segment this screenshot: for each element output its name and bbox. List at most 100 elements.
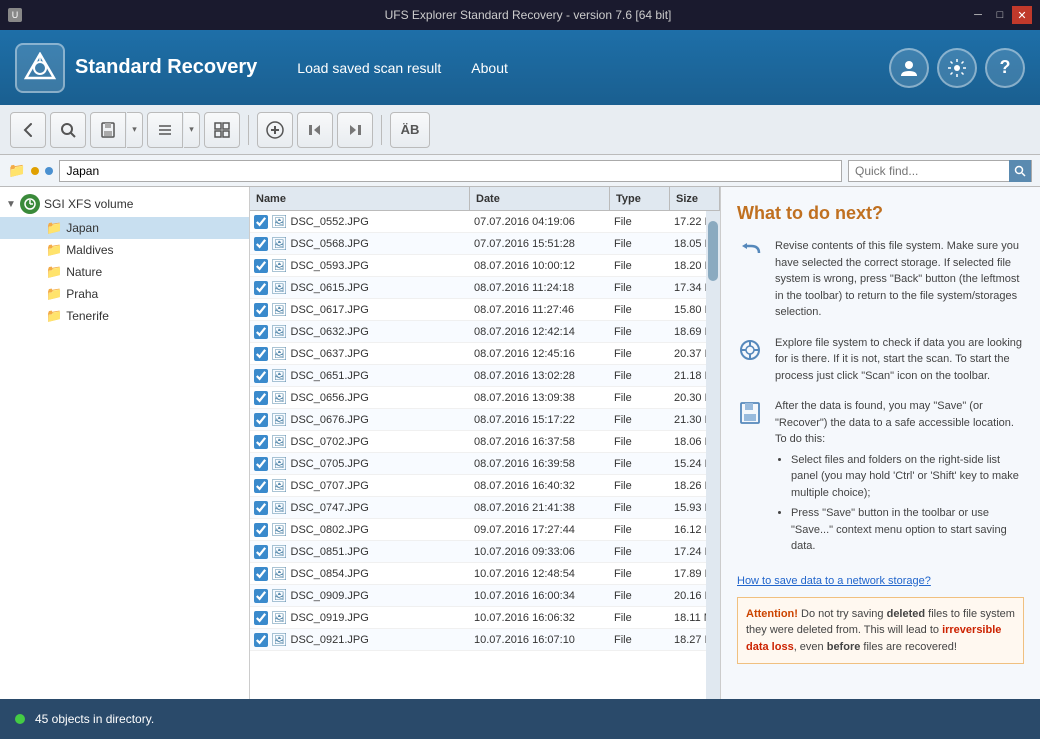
file-checkbox[interactable] (254, 435, 268, 449)
about-link[interactable]: About (471, 60, 508, 76)
table-row[interactable]: 🖼 DSC_0568.JPG 07.07.2016 15:51:28 File … (250, 233, 706, 255)
file-name: DSC_0568.JPG (291, 238, 369, 250)
network-link[interactable]: How to save data to a network storage? (737, 575, 931, 587)
table-row[interactable]: 🖼 DSC_0702.JPG 08.07.2016 16:37:58 File … (250, 431, 706, 453)
tree-item[interactable]: 📁 Praha (0, 283, 249, 305)
table-row[interactable]: 🖼 DSC_0656.JPG 08.07.2016 13:09:38 File … (250, 387, 706, 409)
file-checkbox[interactable] (254, 589, 268, 603)
file-checkbox[interactable] (254, 633, 268, 647)
scrollbar[interactable] (706, 211, 720, 699)
grid-view-button[interactable] (204, 112, 240, 148)
file-name-cell: 🖼 DSC_0637.JPG (250, 346, 470, 362)
file-size-cell: 18.11 MB (670, 612, 706, 624)
scrollbar-thumb[interactable] (708, 221, 718, 281)
tree-item[interactable]: 📁 Nature (0, 261, 249, 283)
prev-button[interactable] (297, 112, 333, 148)
file-name: DSC_0851.JPG (291, 546, 369, 558)
dot-indicator-1 (31, 167, 39, 175)
maximize-button[interactable]: □ (990, 6, 1010, 24)
file-checkbox[interactable] (254, 281, 268, 295)
table-row[interactable]: 🖼 DSC_0593.JPG 08.07.2016 10:00:12 File … (250, 255, 706, 277)
file-checkbox[interactable] (254, 457, 268, 471)
table-row[interactable]: 🖼 DSC_0802.JPG 09.07.2016 17:27:44 File … (250, 519, 706, 541)
tree-item[interactable]: 📁 Japan (0, 217, 249, 239)
table-row[interactable]: 🖼 DSC_0705.JPG 08.07.2016 16:39:58 File … (250, 453, 706, 475)
file-date-cell: 10.07.2016 09:33:06 (470, 546, 610, 558)
toolbar-separator-2 (381, 115, 382, 145)
file-checkbox[interactable] (254, 369, 268, 383)
tree-volume-item[interactable]: ▼ SGI XFS volume (0, 191, 249, 217)
file-date-cell: 08.07.2016 12:42:14 (470, 326, 610, 338)
file-checkbox[interactable] (254, 303, 268, 317)
file-checkbox[interactable] (254, 347, 268, 361)
help-button[interactable]: ? (985, 48, 1025, 88)
file-checkbox[interactable] (254, 259, 268, 273)
file-name-cell: 🖼 DSC_0617.JPG (250, 302, 470, 318)
table-row[interactable]: 🖼 DSC_0854.JPG 10.07.2016 12:48:54 File … (250, 563, 706, 585)
path-input[interactable] (59, 160, 842, 182)
table-row[interactable]: 🖼 DSC_0552.JPG 07.07.2016 04:19:06 File … (250, 211, 706, 233)
table-row[interactable]: 🖼 DSC_0919.JPG 10.07.2016 16:06:32 File … (250, 607, 706, 629)
table-row[interactable]: 🖼 DSC_0651.JPG 08.07.2016 13:02:28 File … (250, 365, 706, 387)
table-row[interactable]: 🖼 DSC_0707.JPG 08.07.2016 16:40:32 File … (250, 475, 706, 497)
file-checkbox[interactable] (254, 523, 268, 537)
file-checkbox[interactable] (254, 545, 268, 559)
file-checkbox[interactable] (254, 413, 268, 427)
view-dropdown-button[interactable]: ▾ (184, 112, 200, 148)
close-button[interactable]: ✕ (1012, 6, 1032, 24)
file-name-cell: 🖼 DSC_0851.JPG (250, 544, 470, 560)
right-panel-title: What to do next? (737, 203, 1024, 224)
file-checkbox[interactable] (254, 237, 268, 251)
next-button[interactable] (337, 112, 373, 148)
settings-button[interactable] (937, 48, 977, 88)
file-name: DSC_0615.JPG (291, 282, 369, 294)
table-row[interactable]: 🖼 DSC_0851.JPG 10.07.2016 09:33:06 File … (250, 541, 706, 563)
file-checkbox[interactable] (254, 391, 268, 405)
file-date-cell: 08.07.2016 21:41:38 (470, 502, 610, 514)
file-type-icon: 🖼 (271, 566, 288, 582)
file-name-cell: 🖼 DSC_0676.JPG (250, 412, 470, 428)
folder-icon: 📁 (46, 242, 62, 258)
table-row[interactable]: 🖼 DSC_0617.JPG 08.07.2016 11:27:46 File … (250, 299, 706, 321)
search-submit-button[interactable] (1009, 160, 1031, 182)
file-checkbox[interactable] (254, 567, 268, 581)
dot-indicator-2 (45, 167, 53, 175)
table-row[interactable]: 🖼 DSC_0637.JPG 08.07.2016 12:45:16 File … (250, 343, 706, 365)
search-button[interactable] (50, 112, 86, 148)
file-type-icon: 🖼 (271, 236, 288, 252)
encoding-button[interactable]: ÄB (390, 112, 430, 148)
tree-item-label: Praha (66, 287, 98, 301)
search-input[interactable] (849, 161, 1009, 181)
table-row[interactable]: 🖼 DSC_0615.JPG 08.07.2016 11:24:18 File … (250, 277, 706, 299)
file-checkbox[interactable] (254, 479, 268, 493)
view-list-button[interactable] (147, 112, 183, 148)
table-row[interactable]: 🖼 DSC_0747.JPG 08.07.2016 21:41:38 File … (250, 497, 706, 519)
col-header-type: Type (610, 187, 670, 210)
tree-item[interactable]: 📁 Maldives (0, 239, 249, 261)
user-button[interactable] (889, 48, 929, 88)
table-row[interactable]: 🖼 DSC_0676.JPG 08.07.2016 15:17:22 File … (250, 409, 706, 431)
minimize-button[interactable]: ─ (968, 6, 988, 24)
hint-scan-text: Explore file system to check if data you… (775, 335, 1024, 385)
file-checkbox[interactable] (254, 215, 268, 229)
back-button[interactable] (10, 112, 46, 148)
app-logo-icon (15, 43, 65, 93)
file-checkbox[interactable] (254, 611, 268, 625)
file-date-cell: 10.07.2016 16:07:10 (470, 634, 610, 646)
file-type-cell: File (610, 282, 670, 294)
tree-item-label: Japan (66, 221, 99, 235)
file-type-icon: 🖼 (271, 456, 288, 472)
save-button[interactable] (90, 112, 126, 148)
file-checkbox[interactable] (254, 501, 268, 515)
file-name-cell: 🖼 DSC_0854.JPG (250, 566, 470, 582)
load-scan-link[interactable]: Load saved scan result (297, 60, 441, 76)
table-row[interactable]: 🖼 DSC_0632.JPG 08.07.2016 12:42:14 File … (250, 321, 706, 343)
save-dropdown-button[interactable]: ▾ (127, 112, 143, 148)
scan-button[interactable] (257, 112, 293, 148)
file-checkbox[interactable] (254, 325, 268, 339)
logo-area: Standard Recovery (15, 43, 257, 93)
tree-toggle[interactable]: ▼ (6, 199, 20, 210)
table-row[interactable]: 🖼 DSC_0909.JPG 10.07.2016 16:00:34 File … (250, 585, 706, 607)
tree-item[interactable]: 📁 Tenerife (0, 305, 249, 327)
table-row[interactable]: 🖼 DSC_0921.JPG 10.07.2016 16:07:10 File … (250, 629, 706, 651)
